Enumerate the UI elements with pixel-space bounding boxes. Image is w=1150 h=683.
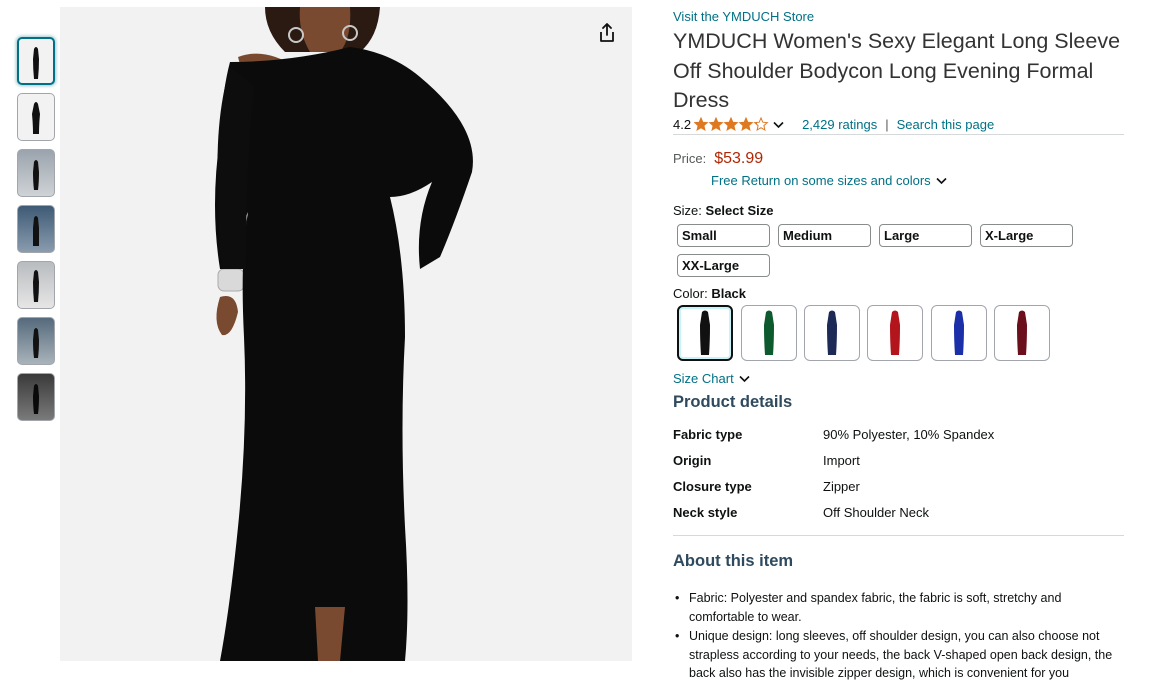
- size-option-x-large[interactable]: X-Large: [980, 224, 1073, 247]
- main-product-image[interactable]: [60, 7, 632, 661]
- thumbnail-7[interactable]: [17, 373, 55, 421]
- color-swatch-red[interactable]: [867, 305, 923, 361]
- swatch-figure: [1017, 310, 1027, 355]
- spec-row: Fabric type 90% Polyester, 10% Spandex: [673, 427, 994, 453]
- separator: |: [885, 117, 889, 132]
- divider: [673, 535, 1124, 536]
- spec-value: Off Shoulder Neck: [823, 505, 929, 520]
- divider: [673, 134, 1124, 135]
- color-swatch-royal-blue[interactable]: [931, 305, 987, 361]
- color-label-text: Color:: [673, 286, 708, 301]
- size-option-xx-large[interactable]: XX-Large: [677, 254, 770, 277]
- color-swatch-wine[interactable]: [994, 305, 1050, 361]
- store-link[interactable]: Visit the YMDUCH Store: [673, 9, 814, 24]
- thumbnail-4[interactable]: [17, 205, 55, 253]
- color-swatch-green[interactable]: [741, 305, 797, 361]
- star-icon: [694, 117, 768, 131]
- swatch-figure: [954, 310, 964, 355]
- price-amount: $53.99: [714, 150, 764, 167]
- thumbnail-1[interactable]: [17, 37, 55, 85]
- product-details-table: Fabric type 90% Polyester, 10% Spandex O…: [673, 427, 994, 531]
- color-selected: Black: [711, 286, 747, 301]
- size-label: Size: Select Size: [673, 203, 773, 218]
- price-row: Price: $53.99: [673, 150, 763, 168]
- size-chart-text: Size Chart: [673, 371, 734, 386]
- swatch-figure: [827, 310, 837, 355]
- rating-row: 4.2 2,429 ratings | Search this page: [673, 117, 994, 132]
- share-button[interactable]: [594, 20, 620, 46]
- size-label-text: Size:: [673, 203, 702, 218]
- swatch-figure: [890, 310, 900, 355]
- color-swatch-navy[interactable]: [804, 305, 860, 361]
- color-swatch-black[interactable]: [677, 305, 733, 361]
- size-selected: Select Size: [705, 203, 774, 218]
- thumbnail-3[interactable]: [17, 149, 55, 197]
- about-heading: About this item: [673, 552, 794, 570]
- about-bullets: Fabric: Polyester and spandex fabric, th…: [673, 589, 1125, 683]
- size-option-large[interactable]: Large: [879, 224, 972, 247]
- spec-key: Neck style: [673, 505, 738, 520]
- chevron-down-icon[interactable]: [773, 121, 784, 129]
- product-details-heading: Product details: [673, 393, 793, 411]
- chevron-down-icon: [739, 375, 750, 382]
- spec-key: Origin: [673, 453, 712, 468]
- thumbnail-5[interactable]: [17, 261, 55, 309]
- size-option-small[interactable]: Small: [677, 224, 770, 247]
- ratings-count-link[interactable]: 2,429 ratings: [802, 117, 877, 132]
- spec-row: Neck style Off Shoulder Neck: [673, 505, 994, 531]
- spec-value: Zipper: [823, 479, 860, 494]
- share-icon: [600, 23, 614, 42]
- spec-row: Origin Import: [673, 453, 994, 479]
- thumbnail-6[interactable]: [17, 317, 55, 365]
- price-label: Price:: [673, 151, 707, 166]
- spec-key: Fabric type: [673, 427, 743, 442]
- product-title: YMDUCH Women's Sexy Elegant Long Sleeve …: [673, 29, 1121, 112]
- dress-illustration: [215, 7, 473, 661]
- list-item: Fabric: Polyester and spandex fabric, th…: [673, 589, 1125, 626]
- color-label: Color: Black: [673, 286, 746, 301]
- list-item: Unique design: long sleeves, off shoulde…: [673, 627, 1125, 683]
- thumbnail-2[interactable]: [17, 93, 55, 141]
- spec-value: 90% Polyester, 10% Spandex: [823, 427, 995, 442]
- search-page-link[interactable]: Search this page: [897, 117, 995, 132]
- swatch-figure: [764, 310, 774, 355]
- spec-value: Import: [823, 453, 860, 468]
- free-return-text: Free Return on some sizes and colors: [711, 173, 931, 188]
- chevron-down-icon: [936, 177, 947, 184]
- size-chart-link[interactable]: Size Chart: [673, 371, 750, 386]
- thumbnail-list: [17, 37, 55, 429]
- rating-value: 4.2: [673, 117, 692, 132]
- size-option-medium[interactable]: Medium: [778, 224, 871, 247]
- swatch-figure: [700, 310, 710, 355]
- free-return-link[interactable]: Free Return on some sizes and colors: [711, 173, 947, 188]
- spec-key: Closure type: [673, 479, 752, 494]
- star-rating[interactable]: [694, 117, 769, 132]
- spec-row: Closure type Zipper: [673, 479, 994, 505]
